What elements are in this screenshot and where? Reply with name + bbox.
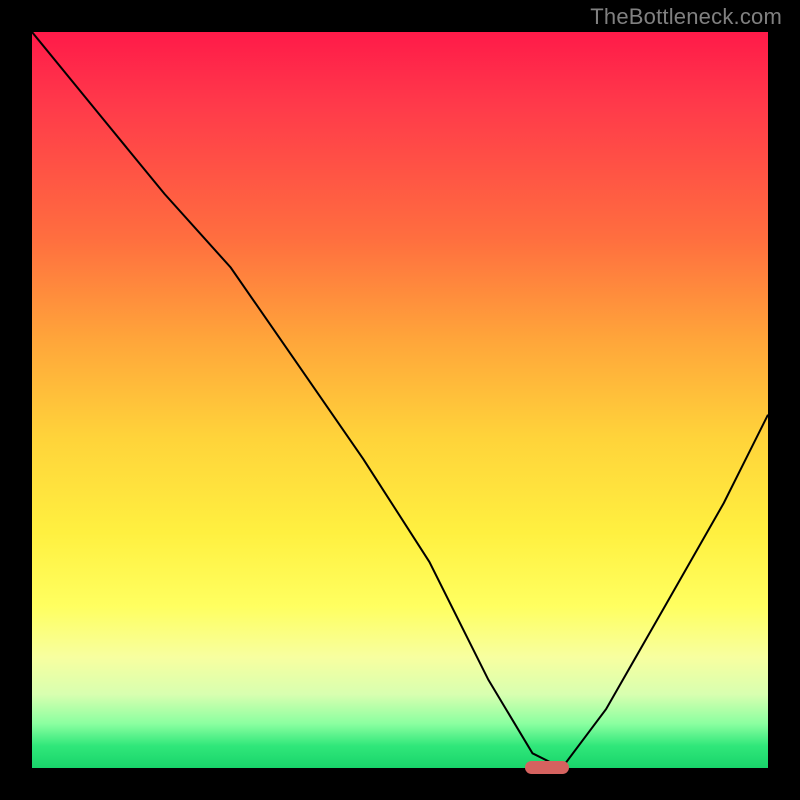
plot-area	[32, 32, 768, 768]
bottleneck-curve	[32, 32, 768, 768]
watermark-text: TheBottleneck.com	[590, 4, 782, 30]
optimal-marker	[525, 761, 569, 774]
chart-frame: TheBottleneck.com	[0, 0, 800, 800]
